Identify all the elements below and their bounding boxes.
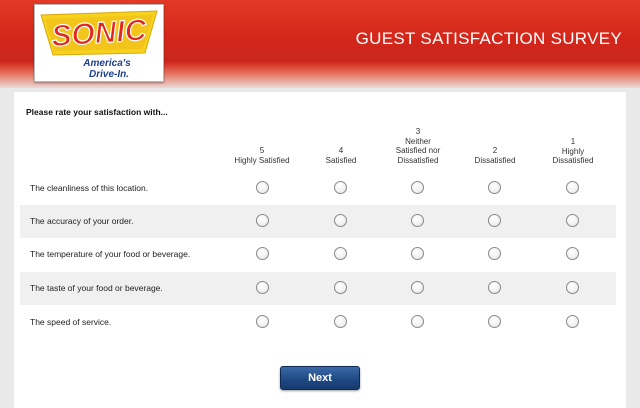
- radio-speed-3[interactable]: [411, 315, 424, 328]
- radio-taste-1[interactable]: [566, 281, 579, 294]
- radio-cleanliness-5[interactable]: [256, 181, 269, 194]
- radio-taste-3[interactable]: [411, 281, 424, 294]
- question-row-accuracy: The accuracy of your order.: [20, 205, 616, 238]
- next-button[interactable]: Next: [280, 366, 360, 390]
- radio-cleanliness-2[interactable]: [488, 181, 501, 194]
- column-3-number: 3: [415, 127, 421, 136]
- column-5-label: Highly Satisfied: [234, 155, 290, 165]
- column-2-label: Dissatisfied: [474, 155, 516, 165]
- radio-taste-2[interactable]: [488, 281, 501, 294]
- radio-cleanliness-3[interactable]: [411, 181, 424, 194]
- survey-panel: Please rate your satisfaction with... 5 …: [14, 92, 626, 408]
- radio-temperature-1[interactable]: [566, 247, 579, 260]
- question-label: The speed of service.: [30, 317, 112, 327]
- question-row-taste: The taste of your food or beverage.: [20, 272, 616, 305]
- logo-text: SONIC: [50, 14, 148, 54]
- radio-speed-1[interactable]: [566, 315, 579, 328]
- radio-taste-5[interactable]: [256, 281, 269, 294]
- radio-cleanliness-1[interactable]: [566, 181, 579, 194]
- survey-prompt: Please rate your satisfaction with...: [26, 107, 168, 117]
- column-3-label-1: Neither: [405, 136, 431, 146]
- radio-accuracy-5[interactable]: [256, 214, 269, 227]
- radio-accuracy-4[interactable]: [334, 214, 347, 227]
- radio-temperature-4[interactable]: [334, 247, 347, 260]
- question-label: The cleanliness of this location.: [30, 183, 149, 193]
- question-row-speed: The speed of service.: [20, 306, 616, 339]
- column-1-label-1: Highly: [561, 146, 585, 156]
- page-title: GUEST SATISFACTION SURVEY: [355, 29, 622, 48]
- column-1-number: 1: [570, 137, 576, 146]
- radio-cleanliness-4[interactable]: [334, 181, 347, 194]
- radio-temperature-5[interactable]: [256, 247, 269, 260]
- radio-temperature-2[interactable]: [488, 247, 501, 260]
- radio-speed-5[interactable]: [256, 315, 269, 328]
- radio-accuracy-2[interactable]: [488, 214, 501, 227]
- column-header-5: 5 Highly Satisfied: [217, 146, 307, 165]
- column-1-label-2: Dissatisfied: [552, 156, 594, 165]
- question-label: The temperature of your food or beverage…: [30, 249, 191, 259]
- question-row-temperature: The temperature of your food or beverage…: [20, 238, 616, 271]
- column-2-number: 2: [492, 146, 498, 155]
- radio-accuracy-3[interactable]: [411, 214, 424, 227]
- question-row-cleanliness: The cleanliness of this location.: [20, 172, 616, 205]
- radio-accuracy-1[interactable]: [566, 214, 579, 227]
- logo-tagline-2: Drive-In.: [89, 69, 129, 80]
- question-label: The accuracy of your order.: [30, 216, 134, 226]
- logo-tagline-1: America's: [82, 58, 131, 69]
- radio-temperature-3[interactable]: [411, 247, 424, 260]
- radio-taste-4[interactable]: [334, 281, 347, 294]
- question-label: The taste of your food or beverage.: [30, 283, 163, 293]
- sonic-logo: SONIC America's Drive-In.: [34, 4, 164, 82]
- column-header-1: 1 Highly Dissatisfied: [528, 137, 618, 166]
- radio-speed-4[interactable]: [334, 315, 347, 328]
- radio-speed-2[interactable]: [488, 315, 501, 328]
- column-header-2: 2 Dissatisfied: [450, 146, 540, 165]
- column-5-number: 5: [259, 146, 265, 155]
